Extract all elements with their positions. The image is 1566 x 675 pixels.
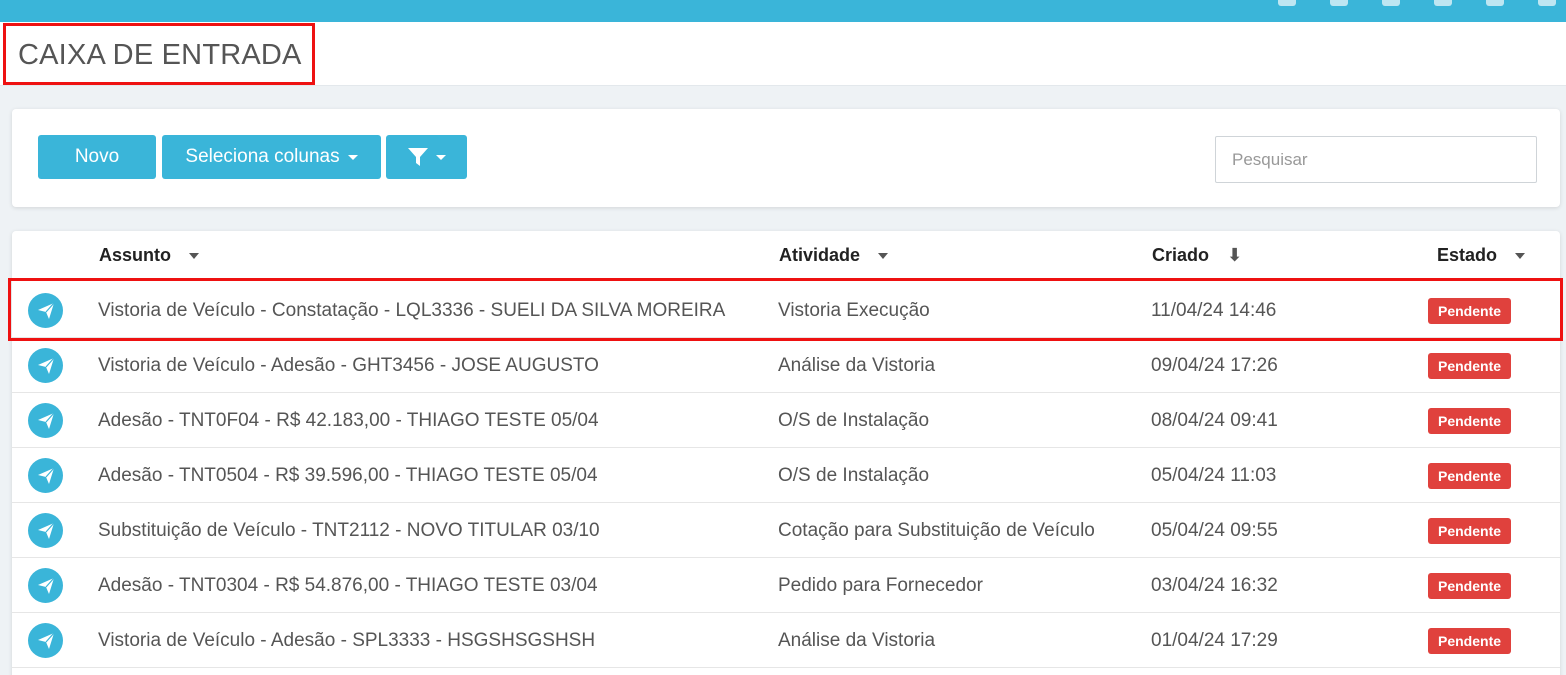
navbar-icon[interactable] — [1330, 0, 1348, 6]
cell-assunto: Vistoria de Veículo - Adesão - GHT3456 -… — [98, 355, 599, 376]
paper-plane-icon — [28, 458, 63, 493]
table-row[interactable]: Vistoria de Veículo - Adesão - GHT3456 -… — [12, 338, 1560, 393]
column-header-atividade[interactable]: Atividade — [779, 245, 889, 266]
filter-icon — [407, 147, 428, 166]
cell-atividade: Vistoria Execução — [778, 300, 930, 321]
navbar-icons — [1278, 0, 1556, 22]
cell-criado: 05/04/24 09:55 — [1151, 520, 1278, 541]
paper-plane-icon — [28, 568, 63, 603]
title-bar: CAIXA DE ENTRADA — [0, 22, 1566, 86]
caret-down-icon — [435, 154, 446, 160]
column-header-label: Atividade — [779, 245, 861, 265]
navbar-icon[interactable] — [1486, 0, 1504, 6]
filter-button[interactable] — [386, 135, 467, 179]
sort-desc-arrow-icon[interactable]: ⬇ — [1227, 245, 1242, 266]
search-input[interactable] — [1215, 136, 1537, 183]
paper-plane-icon — [28, 348, 63, 383]
cell-atividade: Análise da Vistoria — [778, 355, 936, 376]
caret-down-icon[interactable] — [1515, 252, 1526, 259]
cell-atividade: Análise da Vistoria — [778, 630, 936, 651]
inbox-table: Assunto Atividade Criado ⬇ Estado Vistor… — [12, 231, 1560, 675]
table-row[interactable]: Adesão - TNT0F04 - R$ 42.183,00 - THIAGO… — [12, 393, 1560, 448]
caret-down-icon[interactable] — [878, 252, 889, 259]
cell-assunto: Adesão - TNT0F04 - R$ 42.183,00 - THIAGO… — [98, 410, 599, 431]
cell-assunto: Adesão - TNT0304 - R$ 54.876,00 - THIAGO… — [98, 575, 598, 596]
paper-plane-icon — [28, 403, 63, 438]
table-row[interactable]: Adesão - TNT0304 - R$ 54.876,00 - THIAGO… — [12, 558, 1560, 613]
cell-assunto: Adesão - TNT0504 - R$ 39.596,00 - THIAGO… — [98, 465, 598, 486]
cell-criado: 09/04/24 17:26 — [1151, 355, 1278, 376]
cell-assunto: Vistoria de Veículo - Adesão - SPL3333 -… — [98, 630, 596, 651]
caret-down-icon — [347, 154, 358, 160]
cell-criado: 11/04/24 14:46 — [1151, 300, 1277, 321]
cell-criado: 01/04/24 17:29 — [1151, 630, 1278, 651]
status-badge: Pendente — [1428, 573, 1512, 599]
column-header-estado[interactable]: Estado — [1437, 245, 1526, 266]
new-button[interactable]: Novo — [38, 135, 156, 179]
table-row[interactable]: Adesão - TNT0504 - R$ 39.596,00 - THIAGO… — [12, 448, 1560, 503]
status-badge: Pendente — [1428, 518, 1512, 544]
cell-criado: 08/04/24 09:41 — [1151, 410, 1278, 431]
column-header-criado[interactable]: Criado ⬇ — [1152, 245, 1242, 266]
cell-criado: 05/04/24 11:03 — [1151, 465, 1277, 486]
status-badge: Pendente — [1428, 463, 1512, 489]
caret-down-icon[interactable] — [189, 252, 199, 259]
navbar-icon[interactable] — [1434, 0, 1452, 6]
column-header-label: Estado — [1437, 245, 1498, 265]
paper-plane-icon — [28, 513, 63, 548]
page-title: CAIXA DE ENTRADA — [18, 39, 302, 71]
navbar-icon[interactable] — [1278, 0, 1296, 6]
select-columns-button[interactable]: Seleciona colunas — [162, 135, 381, 179]
navbar-icon[interactable] — [1538, 0, 1556, 6]
cell-criado: 03/04/24 16:32 — [1151, 575, 1278, 596]
status-badge: Pendente — [1428, 628, 1512, 654]
cell-atividade: Pedido para Fornecedor — [778, 575, 983, 596]
navbar-icon[interactable] — [1382, 0, 1400, 6]
paper-plane-icon — [28, 623, 63, 658]
cell-atividade: O/S de Instalação — [778, 410, 930, 431]
toolbar-card: Novo Seleciona colunas — [12, 109, 1560, 207]
cell-assunto: Vistoria de Veículo - Constatação - LQL3… — [98, 300, 726, 321]
paper-plane-icon — [28, 293, 63, 328]
column-header-label: Criado — [1152, 245, 1210, 265]
table-row[interactable]: Vistoria de Veículo - Adesão - SPL3333 -… — [12, 613, 1560, 668]
table-row[interactable]: Substituição de Veículo - TNT2112 - NOVO… — [12, 503, 1560, 558]
table-row[interactable]: Vistoria de Veículo - Constatação - LQL3… — [12, 283, 1560, 338]
status-badge: Pendente — [1428, 298, 1512, 324]
cell-atividade: Cotação para Substituição de Veículo — [778, 520, 1095, 541]
cell-atividade: O/S de Instalação — [778, 465, 930, 486]
select-columns-label: Seleciona colunas — [185, 146, 340, 167]
column-header-assunto[interactable]: Assunto — [99, 245, 199, 266]
cell-assunto: Substituição de Veículo - TNT2112 - NOVO… — [98, 520, 600, 541]
status-badge: Pendente — [1428, 353, 1512, 379]
column-header-label: Assunto — [99, 245, 171, 265]
top-navbar — [0, 0, 1566, 22]
status-badge: Pendente — [1428, 408, 1512, 434]
